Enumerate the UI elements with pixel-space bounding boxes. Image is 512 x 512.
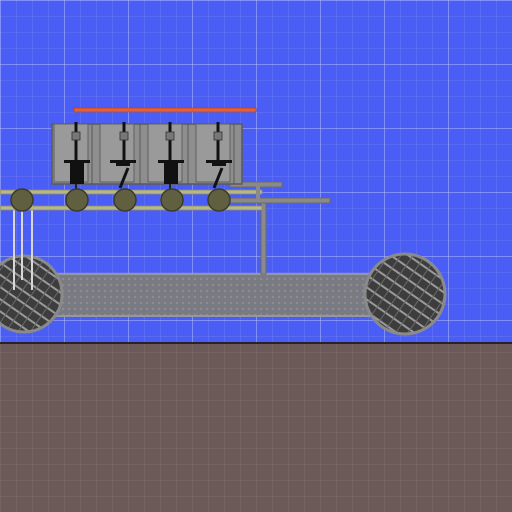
top-rod[interactable] [73, 107, 257, 113]
ground-grid [0, 344, 512, 512]
large-wheel-right[interactable] [363, 252, 447, 336]
cylinder-housing-2[interactable] [99, 123, 135, 183]
small-wheel-4[interactable] [160, 188, 184, 212]
arm-beam[interactable] [229, 197, 331, 204]
game-scene[interactable] [0, 0, 512, 512]
small-wheel-3[interactable] [113, 188, 137, 212]
support-post[interactable] [260, 201, 267, 275]
small-wheel-1[interactable] [10, 188, 34, 212]
small-wheel-5[interactable] [207, 188, 231, 212]
arm-stub[interactable] [256, 186, 260, 200]
cylinder-housing-4[interactable] [195, 123, 231, 183]
small-wheel-2[interactable] [65, 188, 89, 212]
